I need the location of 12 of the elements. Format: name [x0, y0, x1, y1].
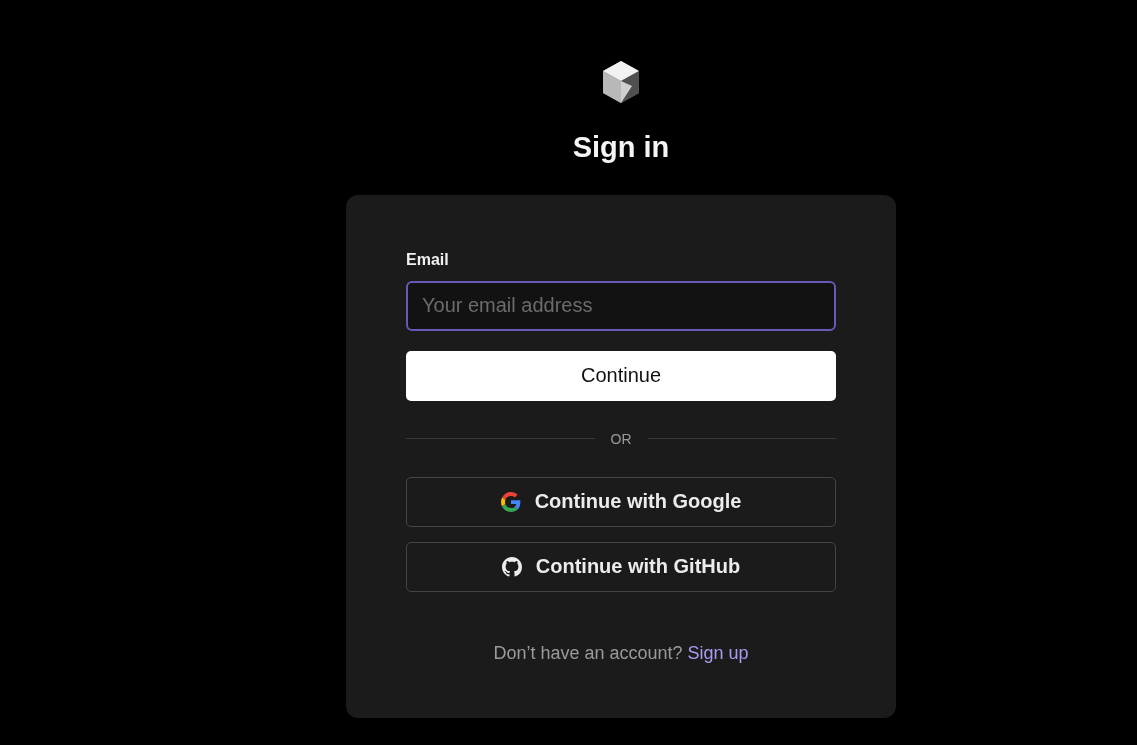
- sign-up-prompt: Don’t have an account? Sign up: [492, 642, 750, 664]
- divider-label: OR: [610, 430, 632, 447]
- continue-button[interactable]: Continue: [406, 350, 836, 401]
- provider-button[interactable]: Continue with Google: [406, 476, 836, 527]
- cube-logo-icon: [602, 60, 640, 104]
- sign-up-link[interactable]: Sign up: [687, 642, 749, 663]
- email-field[interactable]: Your email address: [406, 280, 836, 331]
- email-label: Email: [406, 250, 449, 269]
- google-g-icon: [500, 491, 521, 512]
- provider-button[interactable]: Continue with GitHub: [406, 541, 836, 592]
- page-title: Sign in: [572, 130, 670, 165]
- github-octocat-icon: [501, 556, 522, 577]
